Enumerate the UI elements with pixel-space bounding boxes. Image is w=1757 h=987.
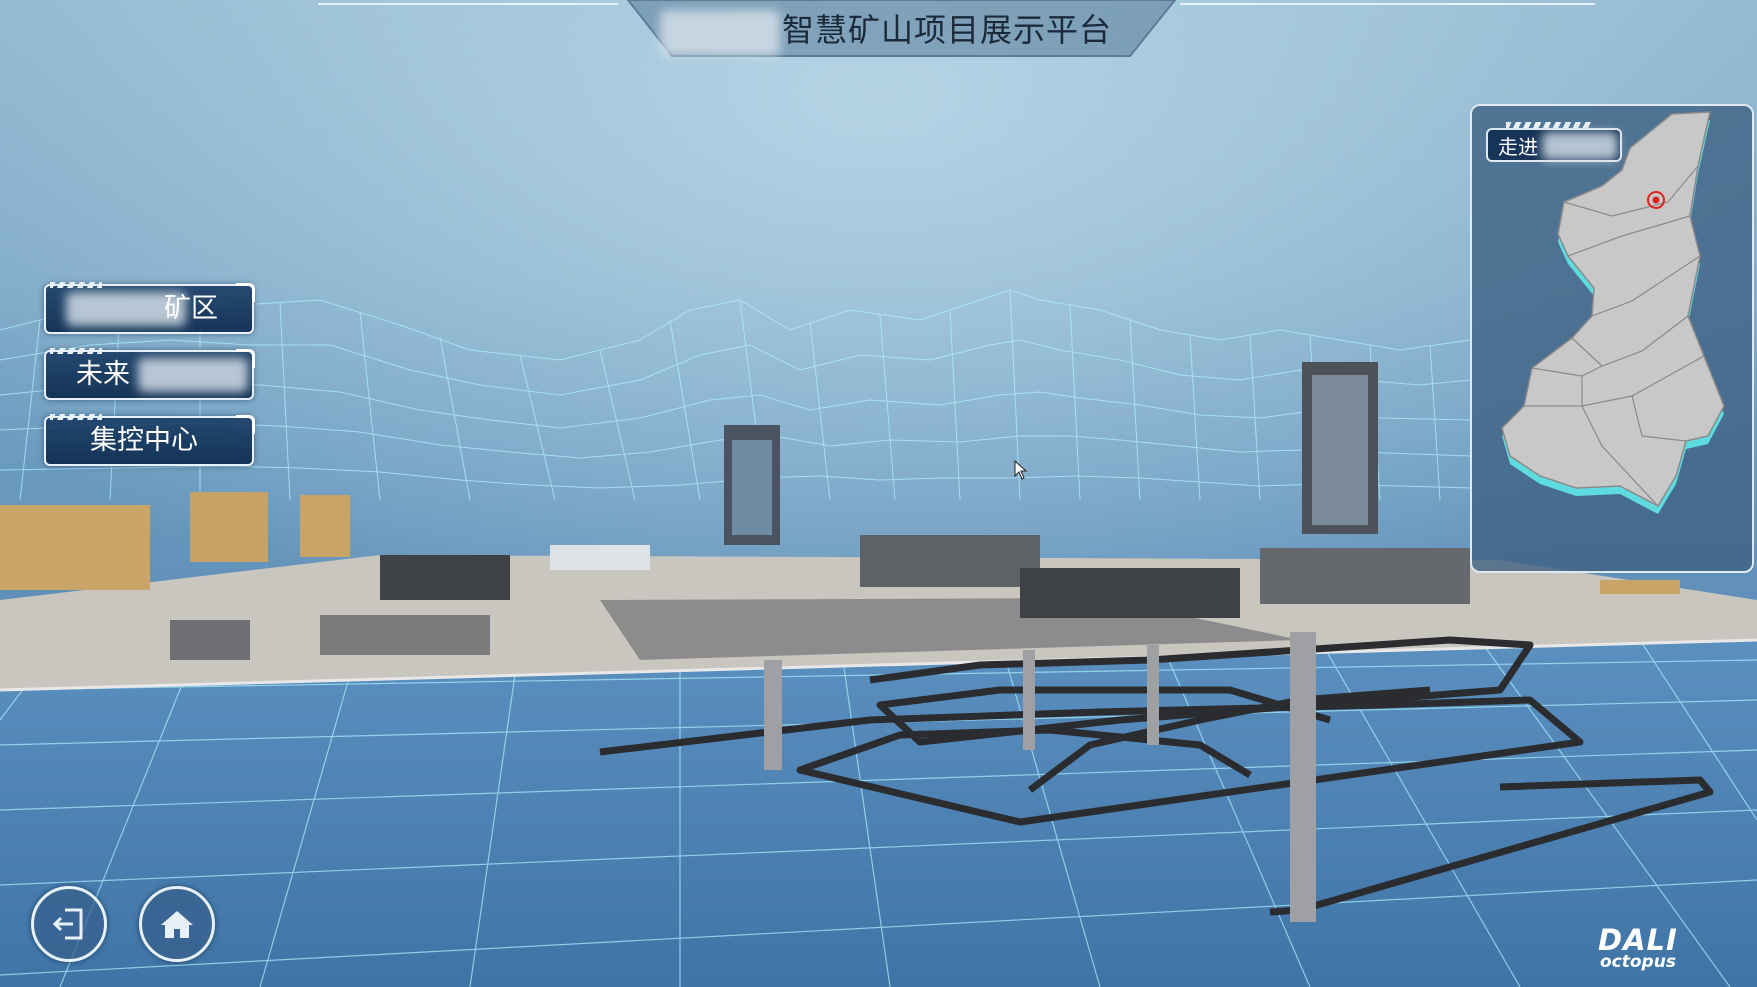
province-minimap[interactable]: 走进 (1470, 104, 1754, 573)
title-bar: 智慧矿山项目展示平台 (0, 0, 1757, 70)
corner-decoration (236, 415, 255, 434)
home-button[interactable] (139, 886, 215, 962)
menu-item-label: 未来 (76, 359, 130, 390)
menu-button-control-center[interactable]: 集控中心 (44, 414, 255, 466)
stripe-decoration (50, 282, 102, 288)
menu-item-label: 矿区 (164, 293, 218, 324)
mouse-cursor-icon (1014, 460, 1028, 480)
exit-button[interactable] (31, 886, 107, 962)
logo-wordmark: DALI (1598, 923, 1678, 957)
menu-button-mining-area[interactable]: 矿区 (44, 282, 255, 334)
logo-subtext: octopus (1600, 952, 1676, 972)
menu-item-label: 集控中心 (90, 425, 198, 456)
brand-logo: DALI octopus (1598, 926, 1738, 976)
exit-icon (52, 908, 83, 940)
menu-button-future[interactable]: 未来 (44, 348, 255, 400)
center-tower (724, 425, 780, 545)
page-title: 智慧矿山项目展示平台 (782, 11, 1113, 49)
home-icon (161, 911, 193, 938)
corner-decoration (236, 283, 255, 302)
province-map (1501, 111, 1725, 514)
